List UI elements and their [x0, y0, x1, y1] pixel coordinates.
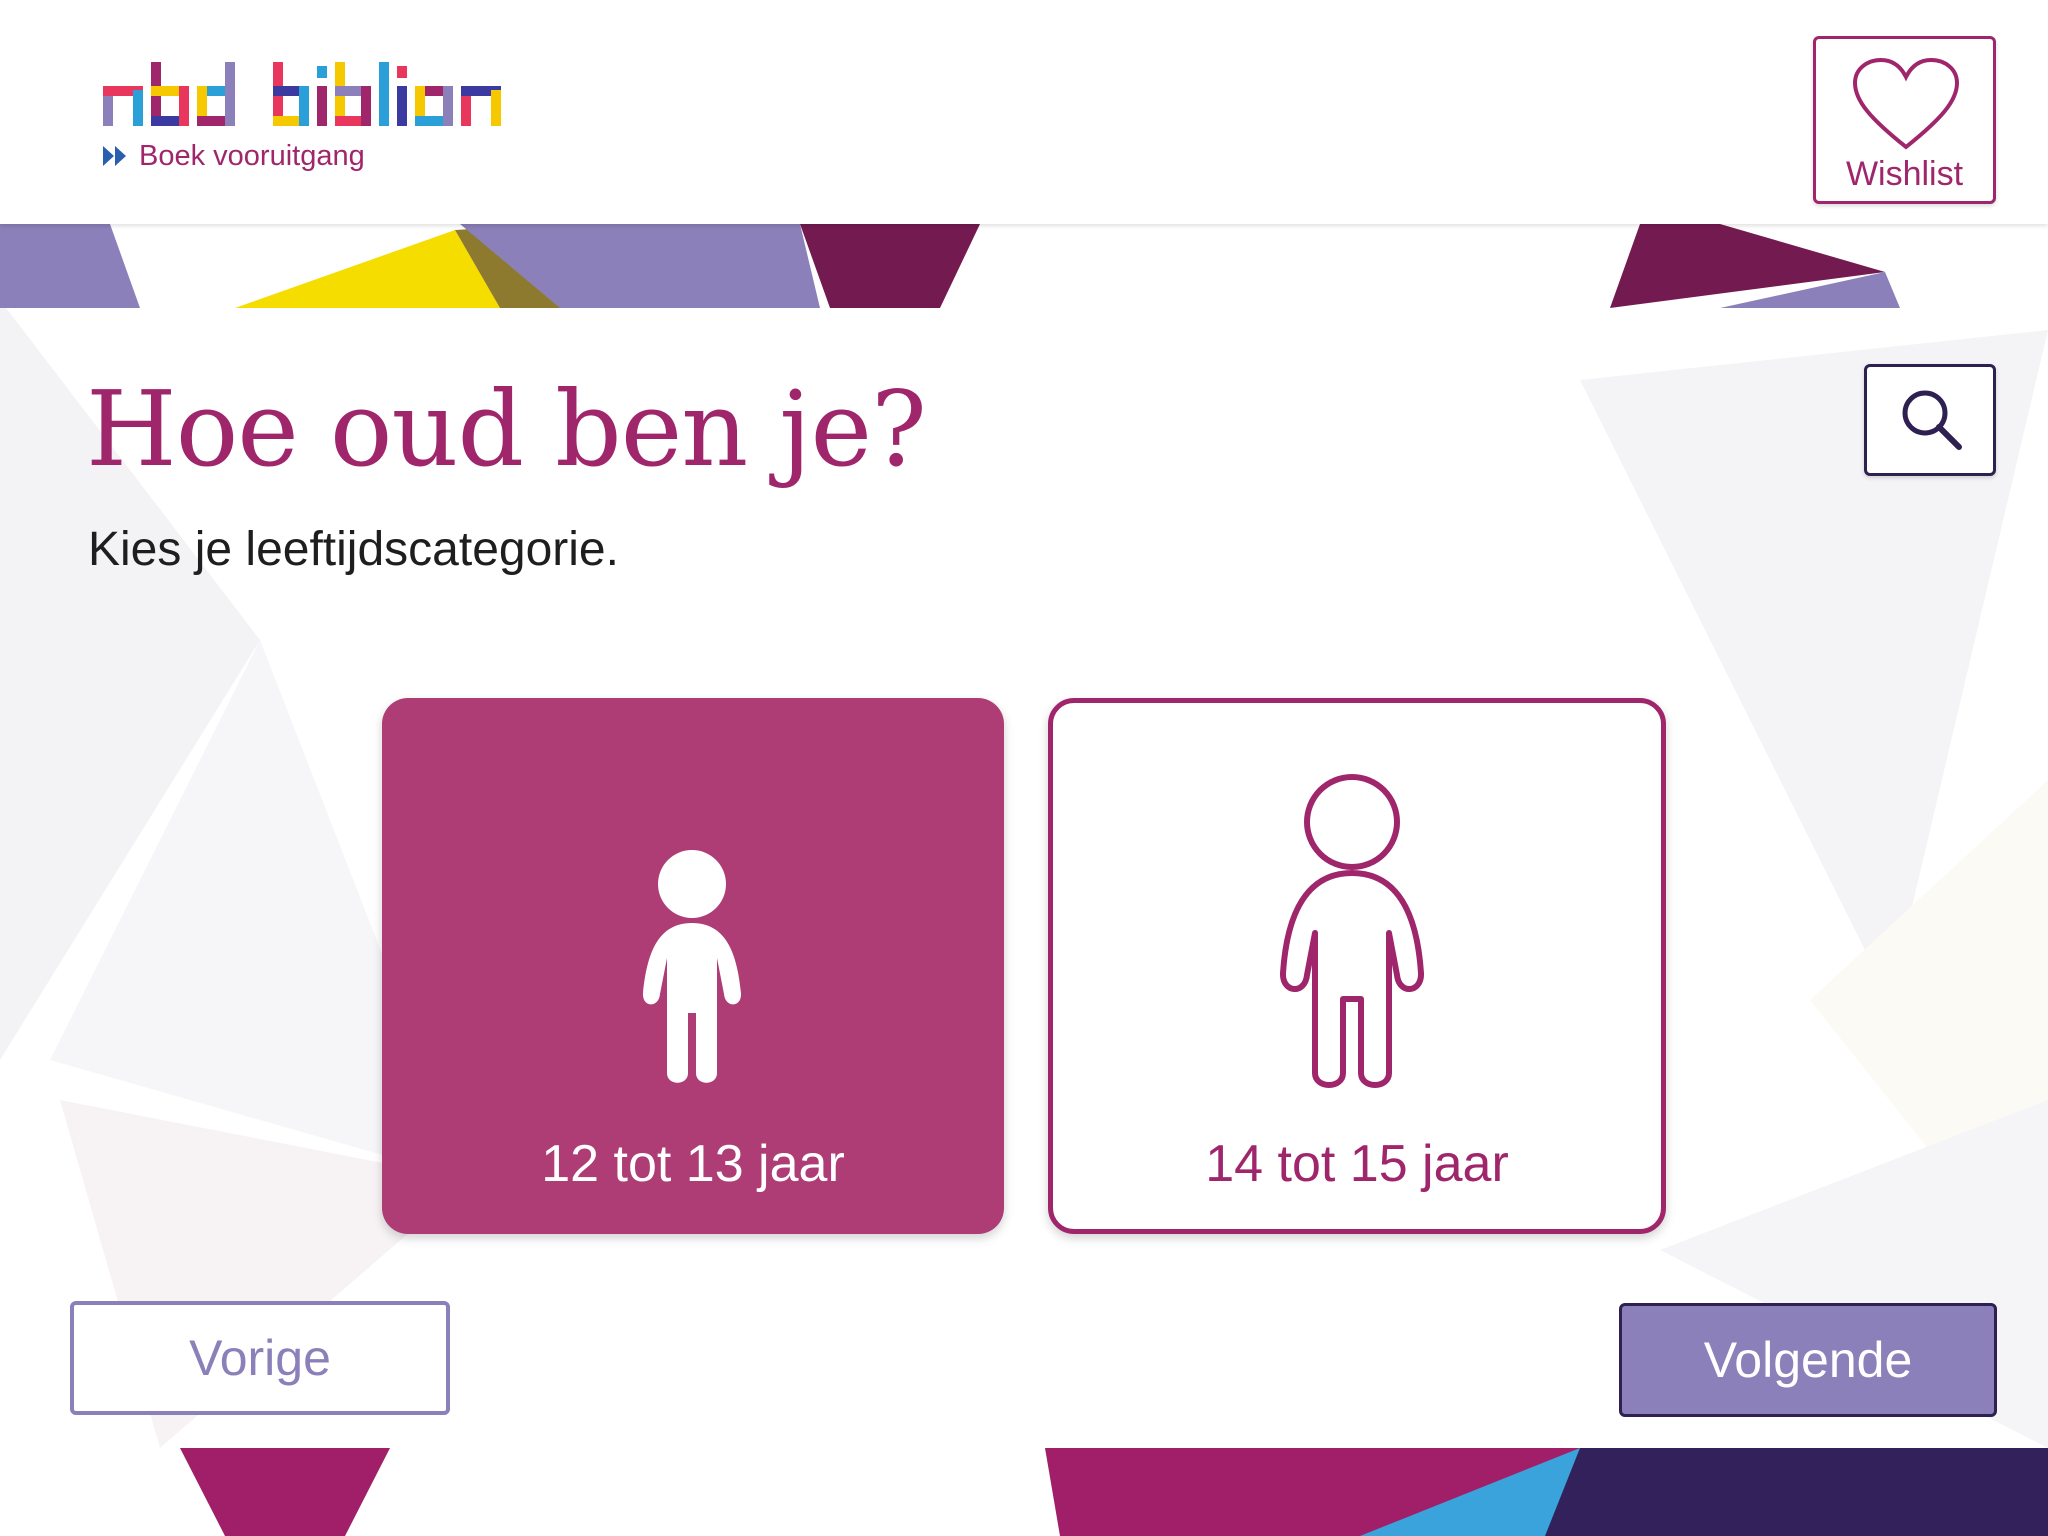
age-option-label: 12 tot 13 jaar: [541, 1135, 845, 1193]
wishlist-label: Wishlist: [1845, 155, 1964, 193]
page-title: Hoe oud ben je?: [86, 368, 927, 490]
tagline: Boek vooruitgang: [103, 136, 365, 176]
next-button[interactable]: Volgende: [1619, 1303, 1997, 1417]
previous-button[interactable]: Vorige: [70, 1301, 450, 1415]
heart-icon: [1852, 57, 1960, 150]
wishlist-button[interactable]: Wishlist: [1813, 36, 1996, 204]
main-content: Hoe oud ben je? Kies je leeftijdscategor…: [0, 308, 2048, 1448]
age-option-14-15[interactable]: 14 tot 15 jaar: [1048, 698, 1666, 1234]
age-option-label: 14 tot 15 jaar: [1205, 1135, 1509, 1193]
person-outline-icon: [1280, 774, 1424, 1088]
page-subtitle: Kies je leeftijdscategorie.: [88, 523, 619, 576]
app-header: Boek vooruitgang Wishlist: [0, 0, 2048, 224]
search-icon: [1902, 390, 1962, 450]
search-button[interactable]: [1864, 364, 1996, 476]
child-icon: [642, 850, 742, 1083]
age-option-12-13[interactable]: 12 tot 13 jaar: [382, 698, 1004, 1234]
tagline-text: Boek vooruitgang: [139, 139, 365, 172]
decorative-band-bottom: [180, 1448, 2048, 1536]
double-chevron-icon: [103, 146, 126, 166]
decorative-band-top: [0, 224, 1900, 308]
